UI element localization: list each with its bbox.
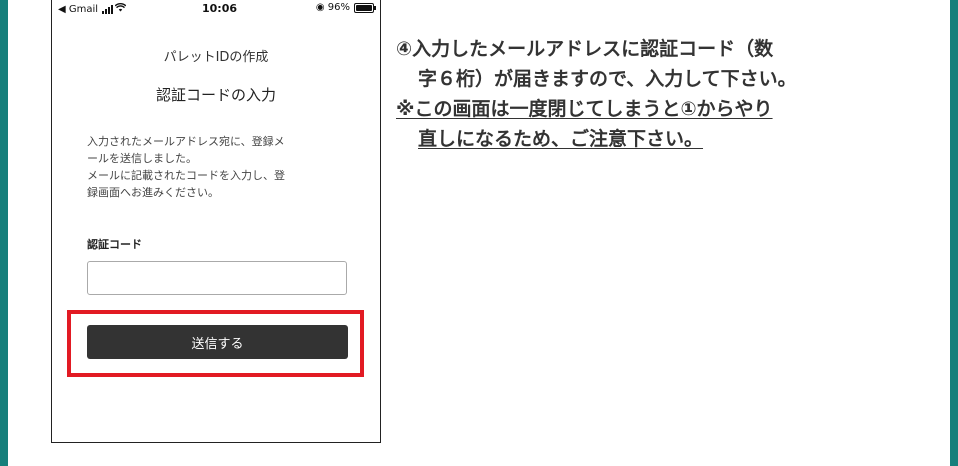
phone-screenshot: ◀ Gmail 10:06 ◉ 96% パレットIDの作成 認証コードの入力 入… — [51, 0, 381, 443]
battery-icon — [354, 2, 376, 13]
instruction-text: 入力されたメールアドレス宛に、登録メ ールを送信しました。 メールに記載されたコ… — [87, 133, 357, 201]
instruction-line: 録画面へお進みください。 — [87, 186, 219, 199]
page-title: 認証コードの入力 — [155, 86, 276, 104]
step-note-text: ※この画面は一度閉じてしまうと①からやり — [396, 98, 773, 120]
step-line: ④入力したメールアドレスに認証コード（数 — [396, 38, 774, 60]
send-button[interactable]: 送信する — [87, 325, 348, 359]
verification-code-input[interactable] — [87, 261, 347, 295]
battery-percent: ◉ 96% — [315, 2, 350, 13]
instruction-line: 入力されたメールアドレス宛に、登録メ — [87, 135, 285, 148]
wifi-icon — [114, 3, 127, 15]
code-field-label: 認証コード — [87, 238, 142, 251]
status-left: ◀ Gmail — [58, 3, 127, 15]
right-frame-bar — [950, 0, 958, 466]
instruction-line: メールに記載されたコードを入力し、登 — [87, 169, 285, 182]
step-instruction: ④入力したメールアドレスに認証コード（数 字６桁）が届きますので、入力して下さい… — [396, 34, 916, 154]
instruction-line: ールを送信しました。 — [87, 152, 197, 165]
status-bar: ◀ Gmail 10:06 ◉ 96% — [52, 0, 380, 17]
back-to-gmail-link[interactable]: ◀ Gmail — [58, 4, 98, 15]
step-line: 字６桁）が届きますので、入力して下さい。 — [418, 68, 797, 90]
left-frame-bar — [0, 0, 8, 466]
page-subtitle: パレットIDの作成 — [163, 50, 269, 65]
status-right: ◉ 96% — [315, 2, 376, 13]
step-note-line: ※この画面は一度閉じてしまうと①からやり — [396, 94, 916, 124]
signal-icon — [102, 4, 114, 14]
status-time: 10:06 — [202, 2, 238, 15]
step-note-text: 直しになるため、ご注意下さい。 — [418, 128, 704, 150]
step-note-line: 直しになるため、ご注意下さい。 — [396, 124, 916, 154]
